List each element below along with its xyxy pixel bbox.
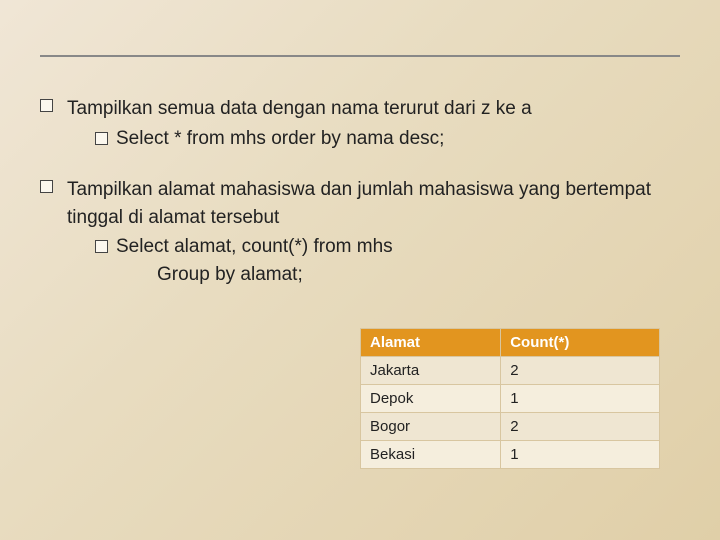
- sql-text: Group by alamat;: [157, 261, 680, 289]
- table-header-row: Alamat Count(*): [361, 329, 660, 357]
- cell-count: 2: [501, 357, 660, 385]
- bullet-box-icon: [95, 132, 108, 145]
- result-table: Alamat Count(*) Jakarta 2 Depok 1 Bogor …: [360, 328, 660, 469]
- item-title: Tampilkan semua data dengan nama terurut…: [67, 95, 532, 123]
- bullet-box-icon: [95, 240, 108, 253]
- divider: [40, 55, 680, 57]
- bullet-box-icon: [40, 180, 53, 193]
- cell-count: 1: [501, 441, 660, 469]
- cell-alamat: Bekasi: [361, 441, 501, 469]
- item-title: Tampilkan alamat mahasiswa dan jumlah ma…: [67, 176, 680, 231]
- col-header-alamat: Alamat: [361, 329, 501, 357]
- table-row: Bogor 2: [361, 413, 660, 441]
- result-table-wrap: Alamat Count(*) Jakarta 2 Depok 1 Bogor …: [360, 328, 660, 469]
- table-row: Depok 1: [361, 385, 660, 413]
- table-row: Jakarta 2: [361, 357, 660, 385]
- item-sub: Select alamat, count(*) from mhs: [95, 233, 680, 261]
- list-item-body: Tampilkan alamat mahasiswa dan jumlah ma…: [67, 176, 680, 288]
- cell-alamat: Jakarta: [361, 357, 501, 385]
- col-header-count: Count(*): [501, 329, 660, 357]
- item-sub: Select * from mhs order by nama desc;: [95, 125, 532, 153]
- sql-text: Select * from mhs order by nama desc;: [116, 128, 444, 149]
- cell-alamat: Depok: [361, 385, 501, 413]
- cell-count: 2: [501, 413, 660, 441]
- table-row: Bekasi 1: [361, 441, 660, 469]
- sql-text: Select alamat, count(*) from mhs: [116, 236, 393, 257]
- cell-count: 1: [501, 385, 660, 413]
- list-item: Tampilkan semua data dengan nama terurut…: [40, 95, 680, 152]
- bullet-box-icon: [40, 99, 53, 112]
- list-item: Tampilkan alamat mahasiswa dan jumlah ma…: [40, 176, 680, 288]
- cell-alamat: Bogor: [361, 413, 501, 441]
- list-item-body: Tampilkan semua data dengan nama terurut…: [67, 95, 532, 152]
